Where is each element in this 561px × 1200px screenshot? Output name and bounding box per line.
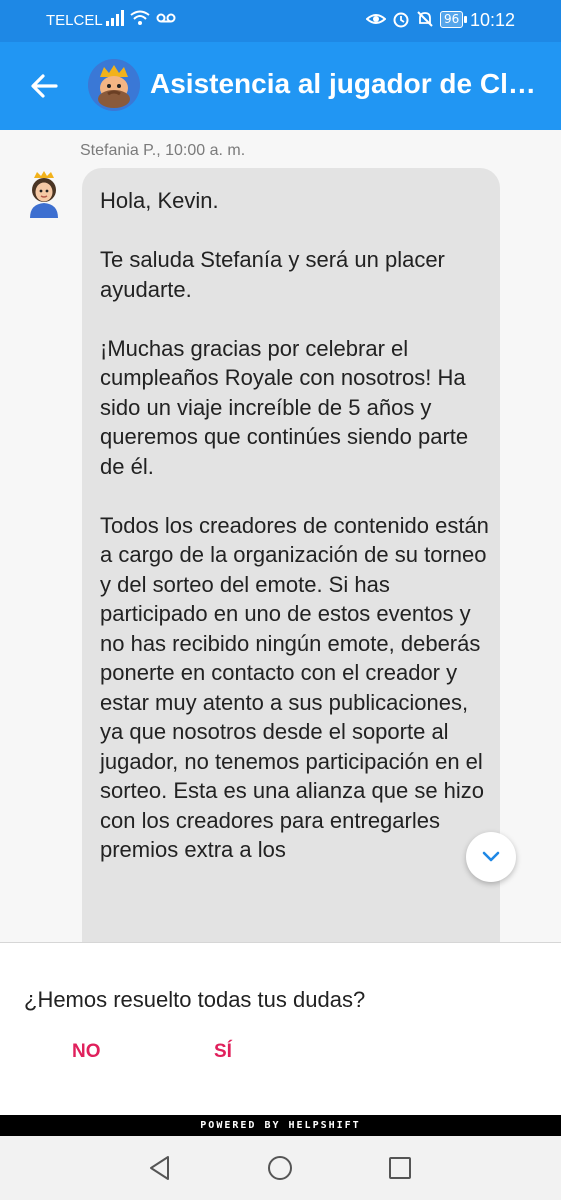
home-circle-icon[interactable] — [266, 1154, 294, 1182]
status-right-icons: 96 — [366, 10, 468, 28]
notifications-off-icon — [417, 11, 433, 27]
message-bubble: Hola, Kevin. Te saluda Stefanía y será u… — [82, 168, 500, 942]
powered-by-banner: POWERED BY HELPSHIFT — [0, 1115, 561, 1136]
back-arrow-icon[interactable] — [28, 70, 60, 102]
message-paragraph: Hola, Kevin. — [100, 188, 219, 213]
chat-area[interactable]: Stefania P., 10:00 a. m. Hola, Kevin. Te… — [0, 130, 561, 942]
chevron-down-icon — [482, 851, 500, 862]
message-paragraph: Te saluda Stefanía y será un placer ayud… — [100, 247, 445, 302]
status-left-icons — [106, 10, 176, 26]
voicemail-icon — [156, 13, 176, 23]
carrier-name: TELCEL — [46, 12, 103, 29]
alarm-icon — [393, 12, 409, 28]
app-bar: Asistencia al jugador de Clash Royale — [0, 42, 561, 130]
no-button[interactable]: NO — [72, 1041, 101, 1063]
back-triangle-icon[interactable] — [146, 1154, 174, 1182]
battery-level: 96 — [440, 10, 464, 28]
agent-avatar — [30, 171, 58, 218]
battery-indicator: 96 — [440, 10, 468, 28]
king-character-icon — [88, 59, 140, 111]
eye-icon — [366, 14, 386, 24]
yes-button[interactable]: SÍ — [214, 1041, 232, 1063]
wifi-icon — [130, 10, 150, 25]
system-nav-bar — [0, 1136, 561, 1200]
clock: 10:12 — [470, 10, 516, 30]
message-paragraph: Todos los creadores de contenido están a… — [100, 512, 489, 863]
feedback-question: ¿Hemos resuelto todas tus dudas? — [24, 987, 366, 1012]
signal-icon — [106, 10, 124, 26]
message-paragraph: ¡Muchas gracias por celebrar el cumpleañ… — [100, 335, 469, 479]
conversation-title: Asistencia al jugador de Clash Royale — [150, 68, 550, 99]
feedback-panel: ¿Hemos resuelto todas tus dudas? NO SÍ — [0, 943, 561, 1115]
app-avatar — [88, 59, 140, 111]
battery-tip — [464, 15, 468, 23]
status-bar: TELCEL 96 10:12 — [0, 0, 561, 42]
recents-square-icon[interactable] — [386, 1154, 414, 1182]
message-text: Hola, Kevin. Te saluda Stefanía y será u… — [100, 186, 492, 894]
scroll-to-bottom-button[interactable] — [466, 832, 516, 882]
message-meta: Stefania P., 10:00 a. m. — [80, 142, 246, 159]
